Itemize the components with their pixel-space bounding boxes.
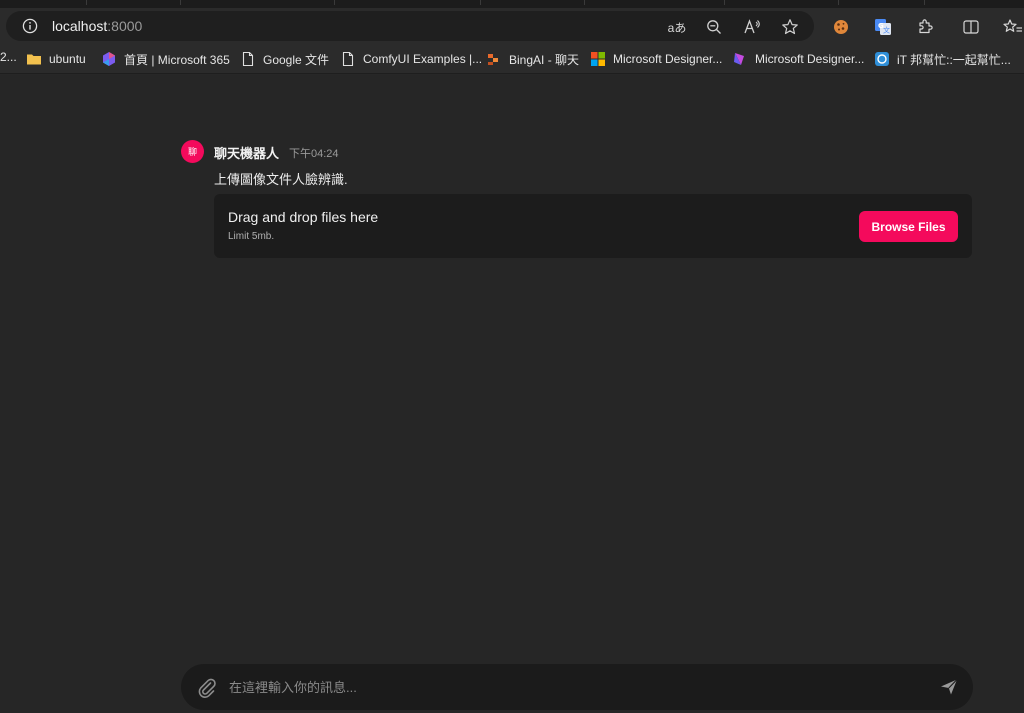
bingai-icon — [488, 54, 498, 65]
bookmark-bingai[interactable]: BingAI - 聊天 — [486, 50, 579, 68]
bookmark-label: Google 文件 — [263, 52, 330, 67]
tab-divider — [838, 0, 839, 5]
extensions-puzzle-icon[interactable] — [914, 16, 936, 38]
bookmark-overflow-edge[interactable]: 2... — [0, 50, 17, 64]
dropzone-title: Drag and drop files here — [228, 209, 379, 225]
message-author: 聊天機器人 — [214, 146, 280, 161]
send-icon[interactable] — [939, 677, 959, 697]
tab-divider — [86, 0, 87, 5]
bookmark-label: ComfyUI Examples |... — [363, 52, 483, 66]
bookmark-label: Microsoft Designer... — [613, 52, 723, 66]
message-input[interactable] — [229, 676, 909, 698]
address-url[interactable]: localhost:8000 — [52, 18, 142, 34]
favorites-list-icon[interactable] — [1002, 16, 1024, 38]
url-port: :8000 — [107, 18, 143, 34]
bookmarks-bar: 2... ubuntu 首頁 | Microsoft 365 Google 文件… — [0, 44, 1024, 74]
tab-divider — [584, 0, 585, 5]
site-info-icon[interactable] — [22, 18, 38, 34]
page-icon — [342, 51, 354, 67]
browse-files-button[interactable]: Browse Files — [859, 211, 958, 242]
microsoft-logo-icon — [591, 52, 605, 66]
bookmark-label: iT 邦幫忙::一起幫忙... — [897, 52, 1011, 67]
zoom-out-icon[interactable] — [703, 16, 725, 38]
address-bar[interactable]: localhost:8000 aあ — [6, 11, 814, 41]
bookmark-microsoft-365[interactable]: 首頁 | Microsoft 365 — [101, 50, 230, 68]
paperclip-icon[interactable] — [195, 676, 217, 698]
message-timestamp: 下午04:24 — [289, 148, 339, 160]
bookmark-label: Microsoft Designer... — [755, 52, 865, 66]
bookmark-microsoft-designer-2[interactable]: Microsoft Designer... — [732, 50, 864, 68]
designer-icon — [734, 53, 744, 65]
bot-avatar: 聊 — [181, 140, 204, 163]
tab-divider — [180, 0, 181, 5]
translate-icon[interactable]: aあ — [666, 16, 688, 38]
bookmark-ubuntu[interactable]: ubuntu — [26, 50, 86, 68]
ithome-icon — [875, 52, 889, 66]
tab-divider — [334, 0, 335, 5]
read-aloud-icon[interactable] — [741, 16, 763, 38]
tab-strip — [0, 0, 1024, 8]
bookmark-label: BingAI - 聊天 — [509, 52, 580, 67]
folder-icon — [27, 54, 41, 65]
split-screen-icon[interactable] — [960, 16, 982, 38]
bookmark-comfyui-examples[interactable]: ComfyUI Examples |... — [340, 50, 482, 68]
tab-divider — [480, 0, 481, 5]
bookmark-label: 首頁 | Microsoft 365 — [124, 52, 230, 67]
bookmark-google-docs[interactable]: Google 文件 — [240, 50, 329, 68]
cookie-extension-icon[interactable] — [830, 16, 852, 38]
google-translate-extension-icon[interactable]: G文 — [872, 16, 894, 38]
tab-divider — [724, 0, 725, 5]
svg-text:文: 文 — [883, 26, 890, 35]
chat-page: 聊 聊天機器人 下午04:24 上傳圖像文件人臉辨識. Drag and dro… — [0, 75, 1024, 713]
file-dropzone[interactable]: Drag and drop files here Limit 5mb. Brow… — [214, 194, 972, 258]
message-text: 上傳圖像文件人臉辨識. — [214, 172, 348, 187]
page-icon — [242, 51, 254, 67]
url-host: localhost — [52, 18, 108, 34]
browser-toolbar: localhost:8000 aあ G文 — [0, 8, 1024, 44]
bookmark-ithome[interactable]: iT 邦幫忙::一起幫忙... — [874, 50, 1011, 68]
microsoft-365-icon — [103, 52, 115, 66]
message-composer — [181, 664, 973, 710]
dropzone-limit: Limit 5mb. — [228, 231, 275, 242]
favorite-star-icon[interactable] — [779, 16, 801, 38]
bookmark-label: ubuntu — [49, 52, 86, 66]
bookmark-microsoft-designer-1[interactable]: Microsoft Designer... — [590, 50, 722, 68]
tab-divider — [924, 0, 925, 5]
